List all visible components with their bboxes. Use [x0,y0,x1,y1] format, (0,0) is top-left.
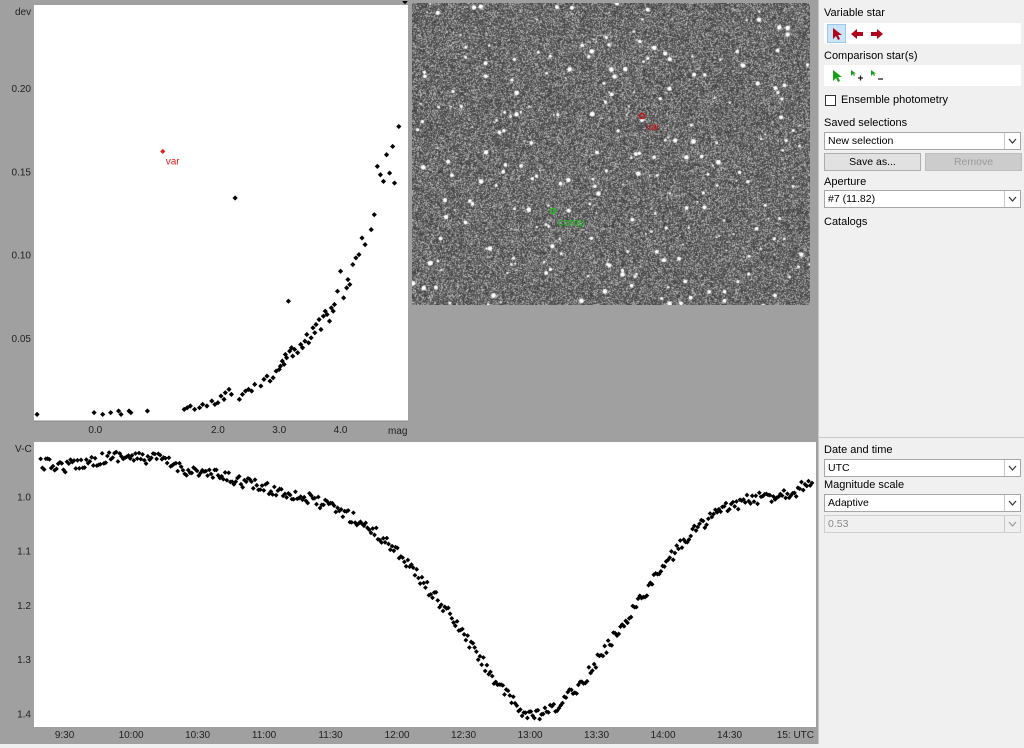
saved-selections-label: Saved selections [824,117,908,129]
y-tick-label: 0.20 [12,84,32,95]
v-c-tick-label: 1.0 [17,492,31,503]
comp-add-button[interactable] [847,66,866,85]
saved-selection-value: New selection [828,135,894,147]
time-tick-label: 11:00 [252,730,277,741]
aperture-label: Aperture [824,176,867,188]
remove-button[interactable]: Remove [925,153,1022,171]
var-next-button[interactable] [867,24,886,43]
chevron-down-icon [1004,495,1020,511]
comparison-star-toolbar [824,65,1021,86]
cursor-select-icon [832,69,842,82]
aperture-value: #7 (11.82) [828,193,876,205]
time-tick-label: 10:30 [185,730,210,741]
light-curve-panel[interactable]: V-C 9:30 10:00 10:30 11:00 11:30 12:00 12:30 13… [0,437,818,744]
scatter-plot-panel[interactable]: dev mag 0.0 2.0 3.0 4.0 0.05 0.10 0.15 0.20 va… [0,0,410,437]
chevron-down-icon [1004,191,1020,207]
arrow-left-icon [850,28,863,39]
comp-select-button[interactable] [827,66,846,85]
time-tick-label: 13:30 [584,730,609,741]
v-c-tick-label: 1.1 [17,547,31,558]
date-time-label: Date and time [824,444,893,456]
v-c-tick-label: 1.3 [17,655,31,666]
chart-settings-panel: Date and time UTC Magnitude scale Adapti… [818,437,1024,744]
y-tick-label: 0.10 [12,251,32,262]
dev-vs-mag-chart[interactable]: dev mag 0.0 2.0 3.0 4.0 0.05 0.10 0.15 0.20 va… [1,1,411,438]
y-axis-label: dev [15,7,31,18]
var-select-button[interactable] [827,24,846,43]
magnitude-scale-label: Magnitude scale [824,479,905,491]
time-tick-label: 9:30 [55,730,75,741]
time-tick-label: 11:30 [318,730,343,741]
v-c-tick-label: 1.2 [17,601,31,612]
star-markers-overlay: var comp [549,112,661,229]
date-time-value: UTC [828,462,850,474]
scatter-point[interactable] [402,1,408,5]
curve-y-axis-label: V-C [15,444,32,455]
time-tick-label: 13:00 [518,730,543,741]
chevron-down-icon [1004,460,1020,476]
star-image-panel[interactable]: var comp [410,0,818,437]
time-tick-label: 14:00 [651,730,676,741]
x-tick-label: 2.0 [211,425,225,436]
time-tick-label: 12:30 [451,730,476,741]
var-star-point-label: var [166,156,181,167]
ensemble-photometry-checkbox[interactable] [825,95,836,106]
arrow-right-icon [870,28,883,39]
x-tick-label: 3.0 [272,425,286,436]
x-tick-label: 0.0 [88,425,102,436]
magnitude-scale-value: Adaptive [828,497,869,509]
magnitude-scale-number-dropdown[interactable]: 0.53 [824,515,1021,533]
saved-selection-dropdown[interactable]: New selection [824,132,1021,150]
comp-star-label: comp [558,217,585,229]
scatter-plot-area [34,5,408,421]
variable-star-toolbar [824,23,1021,44]
chevron-down-icon [1004,516,1020,532]
comp-remove-button[interactable] [867,66,886,85]
time-tick-label: 10:00 [119,730,144,741]
variable-star-label: Variable star [824,7,885,19]
ensemble-photometry-label: Ensemble photometry [841,94,948,106]
star-selection-panel: Variable star Comparison star(s) Ensembl… [818,0,1024,437]
save-as-button[interactable]: Save as... [824,153,921,171]
magnitude-scale-number: 0.53 [828,518,849,530]
time-tick-label: 15: UTC [777,730,814,741]
cursor-remove-icon [870,69,883,80]
x-tick-label: 4.0 [334,425,348,436]
x-axis-label: mag [388,426,407,437]
cursor-select-icon [832,27,842,40]
comparison-star-label: Comparison star(s) [824,50,918,62]
cursor-add-icon [850,69,863,80]
y-tick-label: 0.05 [12,334,32,345]
catalogs-label[interactable]: Catalogs [824,216,867,228]
comp-star-marker[interactable] [549,207,557,215]
aperture-dropdown[interactable]: #7 (11.82) [824,190,1021,208]
var-prev-button[interactable] [847,24,866,43]
date-time-dropdown[interactable]: UTC [824,459,1021,477]
y-tick-label: 0.15 [12,167,32,178]
time-tick-label: 14:30 [717,730,742,741]
var-star-label: var [646,122,661,133]
light-curve-chart[interactable]: V-C 9:30 10:00 10:30 11:00 11:30 12:00 12:30 13… [1,438,819,745]
chevron-down-icon [1004,133,1020,149]
magnitude-scale-dropdown[interactable]: Adaptive [824,494,1021,512]
time-tick-label: 12:00 [385,730,410,741]
v-c-tick-label: 1.4 [17,709,31,720]
var-star-marker[interactable] [638,112,646,120]
curve-plot-area [34,442,816,727]
